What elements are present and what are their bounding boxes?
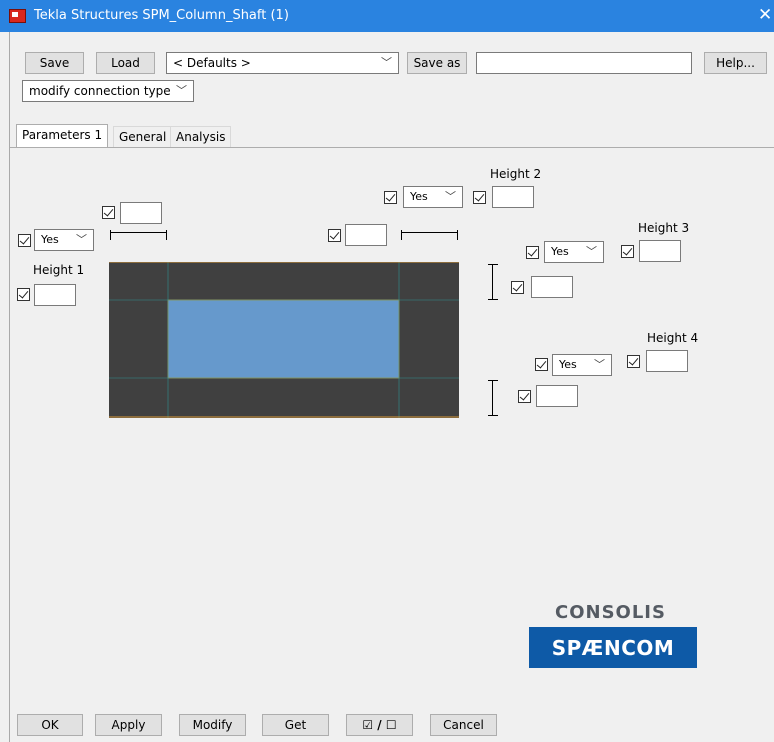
- left-width-dimension-icon: [110, 230, 167, 240]
- shaft-opening: [167, 299, 400, 379]
- ok-button[interactable]: OK: [17, 714, 83, 736]
- checkbox-top-height[interactable]: [511, 281, 524, 294]
- bottom-height-field[interactable]: [536, 385, 578, 407]
- checkbox-right-width[interactable]: [328, 229, 341, 242]
- height-2-field[interactable]: [492, 186, 534, 208]
- height-4-label: Height 4: [647, 331, 699, 345]
- height-4-type-value: Yes: [559, 358, 577, 371]
- save-as-name-field[interactable]: [476, 52, 692, 74]
- height-3-type-value: Yes: [551, 245, 569, 258]
- cancel-button[interactable]: Cancel: [430, 714, 497, 736]
- close-icon[interactable]: ✕: [758, 5, 772, 25]
- window-left-border: [0, 32, 10, 742]
- checkbox-bottom-height[interactable]: [518, 390, 531, 403]
- checkbox-height-3-type[interactable]: [526, 246, 539, 259]
- checkbox-height-4-type[interactable]: [535, 358, 548, 371]
- consolis-spaencom-logo: CONSOLIS SPÆNCOM: [529, 600, 697, 668]
- top-height-dimension-icon: [488, 264, 498, 300]
- column-shaft-diagram: [109, 262, 459, 418]
- checkbox-height-2[interactable]: [473, 191, 486, 204]
- defaults-select[interactable]: < Defaults > ﹀: [166, 52, 399, 74]
- apply-button[interactable]: Apply: [95, 714, 162, 736]
- modify-button[interactable]: Modify: [179, 714, 246, 736]
- right-width-dimension-icon: [401, 230, 458, 240]
- height-3-field[interactable]: [639, 240, 681, 262]
- checkbox-height-4[interactable]: [627, 355, 640, 368]
- height-2-type-select[interactable]: Yes ﹀: [403, 186, 463, 208]
- top-height-field[interactable]: [531, 276, 573, 298]
- toggle-all-button[interactable]: ☑ / ☐: [346, 714, 413, 736]
- logo-consolis-text: CONSOLIS: [555, 602, 666, 623]
- modify-mode-value: modify connection type: [29, 84, 171, 98]
- chevron-down-icon: ﹀: [381, 56, 392, 69]
- height-2-type-value: Yes: [410, 190, 428, 203]
- left-type-value: Yes: [41, 233, 59, 246]
- height-3-type-select[interactable]: Yes ﹀: [544, 241, 604, 263]
- chevron-down-icon: ﹀: [76, 233, 87, 246]
- tab-analysis[interactable]: Analysis: [170, 126, 232, 148]
- load-button[interactable]: Load: [96, 52, 155, 74]
- tab-general[interactable]: General: [113, 126, 173, 148]
- tab-parameters-1[interactable]: Parameters 1: [16, 124, 109, 148]
- chevron-down-icon: ﹀: [176, 84, 187, 97]
- height-1-field[interactable]: [34, 284, 76, 306]
- chevron-down-icon: ﹀: [586, 245, 597, 258]
- save-as-button[interactable]: Save as: [407, 52, 467, 74]
- height-2-label: Height 2: [490, 167, 542, 181]
- height-1-label: Height 1: [33, 263, 85, 277]
- save-button[interactable]: Save: [25, 52, 84, 74]
- left-type-select[interactable]: Yes ﹀: [34, 229, 94, 251]
- checkbox-left-width[interactable]: [102, 206, 115, 219]
- logo-spaencom-box: SPÆNCOM: [529, 627, 697, 668]
- help-button[interactable]: Help...: [704, 52, 767, 74]
- height-3-label: Height 3: [638, 221, 690, 235]
- left-width-field[interactable]: [120, 202, 162, 224]
- chevron-down-icon: ﹀: [445, 190, 456, 203]
- get-button[interactable]: Get: [262, 714, 329, 736]
- chevron-down-icon: ﹀: [594, 358, 605, 371]
- defaults-select-value: < Defaults >: [173, 56, 251, 70]
- logo-spaencom-text: SPÆNCOM: [551, 636, 675, 660]
- window-title: Tekla Structures SPM_Column_Shaft (1): [34, 8, 289, 23]
- checkbox-left-type[interactable]: [18, 234, 31, 247]
- modify-mode-select[interactable]: modify connection type ﹀: [22, 80, 194, 102]
- checkbox-height-2-type[interactable]: [384, 191, 397, 204]
- right-width-field[interactable]: [345, 224, 387, 246]
- title-bar: Tekla Structures SPM_Column_Shaft (1) ✕: [0, 0, 774, 32]
- checkbox-height-1[interactable]: [17, 288, 30, 301]
- height-4-field[interactable]: [646, 350, 688, 372]
- tekla-app-icon: [9, 9, 26, 23]
- checkbox-height-3[interactable]: [621, 245, 634, 258]
- bottom-height-dimension-icon: [488, 380, 498, 416]
- height-4-type-select[interactable]: Yes ﹀: [552, 354, 612, 376]
